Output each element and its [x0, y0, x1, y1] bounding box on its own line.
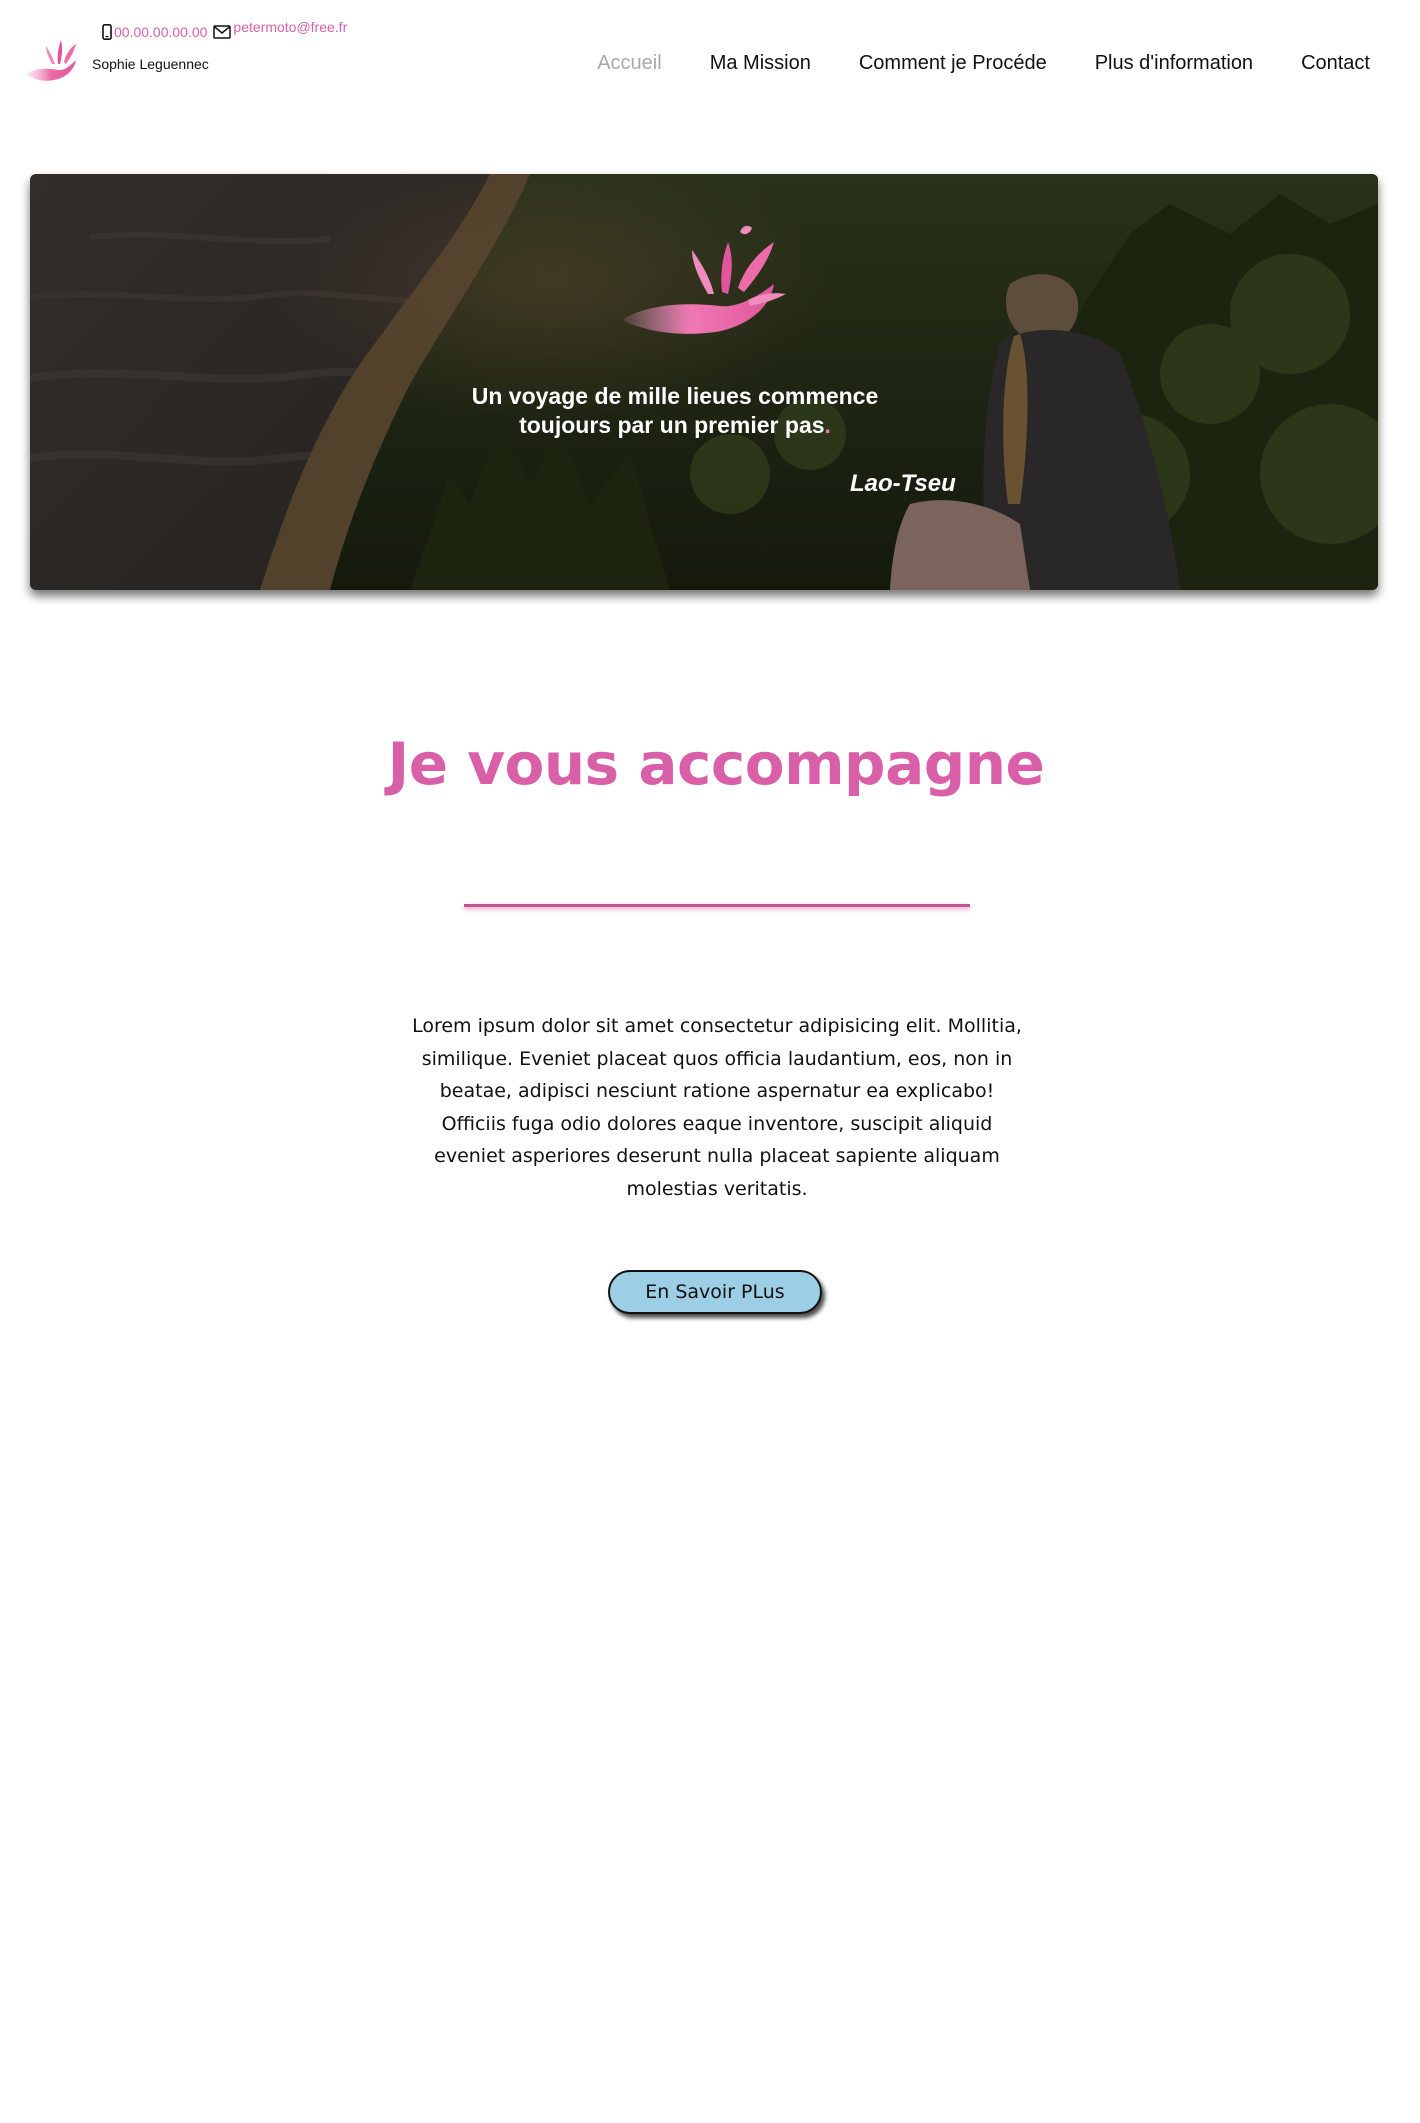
- main-nav: Accueil Ma Mission Comment je Procéde Pl…: [597, 52, 1370, 75]
- section-title: Je vous accompagne: [387, 730, 1045, 798]
- quote-author: Lao-Tseu: [850, 470, 956, 497]
- hero-quote: Un voyage de mille lieues commence toujo…: [380, 382, 970, 440]
- title-divider: [464, 904, 970, 907]
- phone-number: 00.00.00.00.00: [114, 24, 208, 40]
- nav-item-contact[interactable]: Contact: [1301, 52, 1370, 75]
- quote-line-2: toujours par un premier pas: [519, 412, 825, 438]
- phone-icon: [102, 24, 112, 40]
- quote-end-dot: .: [824, 412, 831, 438]
- site-header: Sophie Leguennec 00.00.00.00.00 petermot…: [0, 0, 1420, 110]
- nav-item-accueil[interactable]: Accueil: [597, 52, 661, 75]
- quote-line-1: Un voyage de mille lieues commence: [471, 383, 879, 409]
- hand-splash-logo-icon[interactable]: [24, 34, 80, 84]
- email-address: petermoto@free.fr: [233, 19, 348, 35]
- learn-more-button[interactable]: En Savoir PLus: [608, 1270, 822, 1314]
- phone-contact[interactable]: 00.00.00.00.00: [102, 24, 207, 40]
- nav-item-comment-je-procede[interactable]: Comment je Procéde: [859, 52, 1047, 75]
- nav-item-ma-mission[interactable]: Ma Mission: [710, 52, 811, 75]
- mail-icon: [213, 25, 232, 39]
- intro-paragraph: Lorem ipsum dolor sit amet consectetur a…: [412, 1015, 1022, 1200]
- hand-splash-hero-icon: [616, 222, 792, 343]
- email-contact[interactable]: petermoto@free.fr: [213, 19, 347, 39]
- contact-info: 00.00.00.00.00 petermoto@free.fr: [102, 19, 347, 40]
- hero-banner: Un voyage de mille lieues commence toujo…: [30, 174, 1378, 590]
- nav-item-plus-information[interactable]: Plus d'information: [1095, 52, 1253, 75]
- brand-name: Sophie Leguennec: [92, 56, 209, 72]
